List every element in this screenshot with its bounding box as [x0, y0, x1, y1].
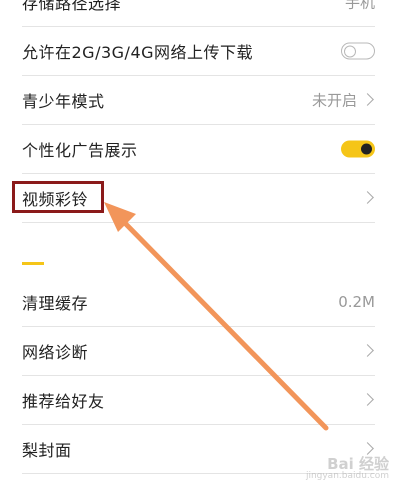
chevron-right-icon [361, 191, 374, 204]
personalized-ads-label: 个性化广告展示 [22, 141, 138, 160]
chevron-right-icon [361, 93, 374, 106]
annotation-highlight-box [12, 181, 104, 213]
settings-row-teen-mode[interactable]: 青少年模式 未开启 [22, 76, 375, 125]
cache-size-value: 0.2M [338, 293, 375, 311]
clear-cache-label: 清理缓存 [22, 294, 89, 313]
chevron-right-icon [361, 393, 374, 406]
watermark-subtext: jingyan.baidu.com [305, 471, 389, 481]
storage-path-value: 手机 [344, 0, 375, 12]
settings-row-pear-cover[interactable]: 梨封面 [22, 425, 375, 474]
storage-path-label: 存储路径选择 [22, 0, 122, 13]
pear-cover-label: 梨封面 [22, 441, 72, 460]
settings-row-clear-cache[interactable]: 清理缓存 0.2M [22, 278, 375, 327]
settings-row-storage-path[interactable]: 存储路径选择 手机 [22, 0, 375, 27]
settings-row-network-diagnosis[interactable]: 网络诊断 [22, 327, 375, 376]
settings-row-personalized-ads: 个性化广告展示 [22, 125, 375, 174]
settings-row-mobile-network: 允许在2G/3G/4G网络上传下载 [22, 27, 375, 76]
toggle-knob [361, 143, 372, 155]
settings-screen: 存储路径选择 手机 允许在2G/3G/4G网络上传下载 青少年模式 未开启 个性… [0, 0, 397, 488]
personalized-ads-toggle[interactable] [341, 140, 375, 158]
mobile-network-label: 允许在2G/3G/4G网络上传下载 [22, 43, 254, 62]
section-divider-accent [22, 262, 44, 265]
network-diagnosis-label: 网络诊断 [22, 343, 89, 362]
teen-mode-value: 未开启 [311, 91, 357, 110]
chevron-right-icon [361, 344, 374, 357]
recommend-friends-label: 推荐给好友 [22, 392, 105, 411]
teen-mode-label: 青少年模式 [22, 92, 105, 111]
settings-row-recommend-friends[interactable]: 推荐给好友 [22, 376, 375, 425]
watermark: Bai 经验 jingyan.baidu.com [306, 453, 389, 481]
mobile-network-toggle[interactable] [341, 42, 375, 60]
toggle-knob [344, 45, 356, 58]
